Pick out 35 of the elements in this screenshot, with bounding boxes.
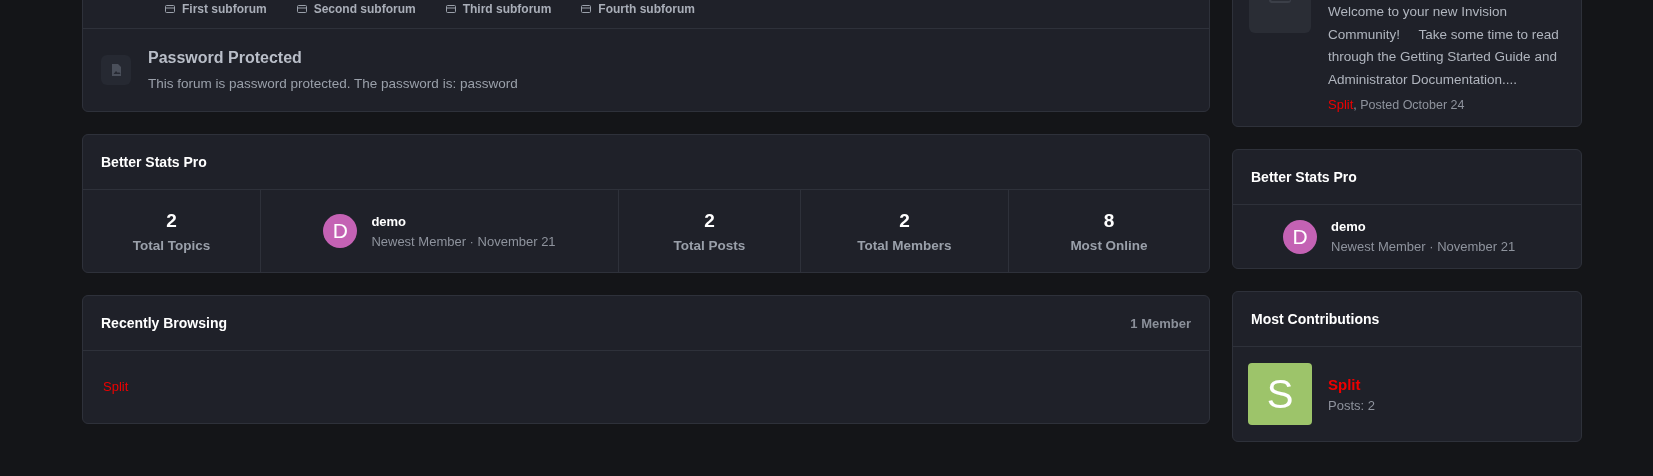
folder-icon xyxy=(165,5,175,13)
folder-icon xyxy=(445,5,456,13)
forum-title[interactable]: Password Protected xyxy=(148,49,518,67)
stat-value: 2 xyxy=(899,209,910,232)
card-title: Better Stats Pro xyxy=(1251,169,1357,185)
card-title: Better Stats Pro xyxy=(101,154,207,170)
post-excerpt: Welcome to your new Invision Community! Take some time to read through the Getting Started Guide and Administrator Documentation.... xyxy=(1328,3,1560,89)
member-name[interactable]: demo xyxy=(1331,219,1516,234)
member-count: 1 Member xyxy=(1130,315,1191,331)
member-detail: Newest Member · November 21 xyxy=(1331,239,1516,254)
post-date: , Posted October 24 xyxy=(1353,98,1465,112)
avatar[interactable]: D xyxy=(1283,219,1317,254)
stat-value: 2 xyxy=(166,209,177,232)
member-link[interactable]: Split xyxy=(1328,375,1375,393)
stat-label: Total Members xyxy=(857,237,952,253)
forum-description: This forum is password protected. The password is: password xyxy=(148,76,518,91)
card-title: Recently Browsing xyxy=(101,315,228,331)
subforum-link[interactable]: Third subforum xyxy=(445,2,552,16)
stat-value: 8 xyxy=(1103,209,1115,232)
forum-icon xyxy=(101,55,131,85)
member-detail: Newest Member · November 21 xyxy=(371,233,556,249)
stat-label: Total Topics xyxy=(132,237,211,253)
stat-label: Most Online xyxy=(1070,237,1148,253)
avatar[interactable]: D xyxy=(323,214,358,248)
stat-label: Total Posts xyxy=(673,237,746,253)
card-title: Most Contributions xyxy=(1251,311,1380,327)
stat-value: 2 xyxy=(704,209,715,232)
member-name[interactable]: demo xyxy=(371,213,556,229)
subforum-link[interactable]: First subforum xyxy=(165,2,267,16)
member-link[interactable]: Split xyxy=(103,379,129,394)
subforum-link[interactable]: Fourth subforum xyxy=(581,2,695,16)
post-count: Posts: 2 xyxy=(1328,397,1375,413)
folder-icon xyxy=(581,5,592,13)
subforum-link[interactable]: Second subforum xyxy=(296,2,416,16)
folder-icon xyxy=(296,5,307,13)
